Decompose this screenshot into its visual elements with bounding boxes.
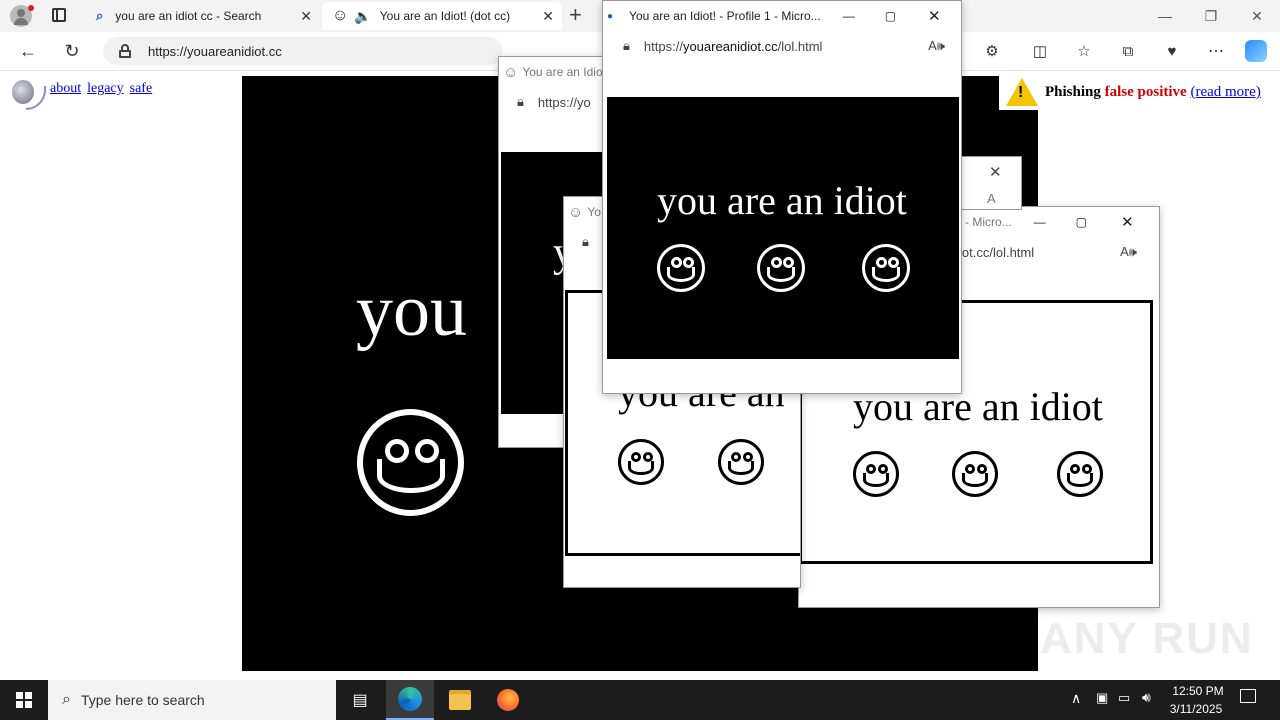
lock-icon <box>119 44 131 58</box>
tab-title: you are an idiot cc - Search <box>115 9 262 23</box>
popup-titlebar: ● You are an Idiot! - Profile 1 - Micro.… <box>603 1 961 31</box>
phishing-word: Phishing <box>1045 84 1101 100</box>
search-icon: ⌕ <box>96 8 104 23</box>
smiley-favicon-icon: ☺ <box>332 7 349 24</box>
refresh-icon[interactable]: ↻ <box>60 40 84 62</box>
smiley-icon <box>862 244 910 292</box>
speaker-icon[interactable]: 🔈 <box>354 8 371 25</box>
more-icon[interactable]: ⋯ <box>1204 40 1228 62</box>
popup-url: https://yo <box>537 94 591 110</box>
favorites-icon[interactable]: ☆ <box>1072 40 1096 62</box>
popup-title: You are an Idiot! - Profile 1 - Micro... <box>629 9 821 23</box>
browser-essentials-icon[interactable]: ♥ <box>1160 40 1184 62</box>
smiley-icon <box>853 451 899 497</box>
popup-urlbar: 🔒︎ https://youareanidiot.cc/lol.html A🕪︎ <box>603 31 961 61</box>
close-icon[interactable]: ✕ <box>1121 213 1134 231</box>
popup-titlebar: ☺ You are an Idiot! <box>499 57 609 87</box>
anyrun-watermark: ANY RUN <box>1040 614 1254 663</box>
url-path: /lol.html <box>777 38 823 54</box>
smiley-icon <box>1057 451 1103 497</box>
close-icon[interactable]: ✕ <box>542 8 554 25</box>
close-window-icon[interactable]: ✕ <box>1234 0 1280 32</box>
minimize-icon[interactable]: — <box>1034 215 1046 229</box>
minimize-icon[interactable]: — <box>843 9 855 23</box>
smiley-icon <box>952 451 998 497</box>
search-placeholder: Type here to search <box>80 692 205 708</box>
smiley-icon <box>718 439 764 485</box>
smiley-favicon-icon: ☺ <box>568 203 584 221</box>
popup-urlbar: 🔒︎ https://yo <box>499 87 609 117</box>
edge-icon[interactable] <box>386 680 434 720</box>
smiley-icon <box>357 409 464 516</box>
popup-text: you are an idiot <box>657 178 907 223</box>
back-icon[interactable]: ← <box>16 40 40 62</box>
maximize-icon[interactable]: ▢ <box>1076 215 1087 229</box>
notifications-icon[interactable] <box>1240 689 1256 703</box>
page-links: about legacy safe <box>50 79 158 97</box>
main-text: you <box>356 270 467 352</box>
file-explorer-icon[interactable] <box>436 680 484 720</box>
collections-icon[interactable]: ⧉ <box>1116 40 1140 62</box>
smiley-favicon-icon: ☺ <box>503 63 519 81</box>
safe-link[interactable]: safe <box>130 81 153 96</box>
search-icon: ⌕ <box>62 691 71 708</box>
read-aloud-icon: A <box>987 191 996 206</box>
clock-date[interactable]: 3/11/2025 <box>1164 702 1228 716</box>
split-screen-icon[interactable]: ◫ <box>1028 40 1052 62</box>
legacy-link[interactable]: legacy <box>87 81 124 96</box>
profile-avatar[interactable] <box>10 5 34 27</box>
taskbar-search[interactable]: ⌕ Type here to search <box>48 680 336 720</box>
read-more-link[interactable]: (read more) <box>1190 84 1260 100</box>
url-domain: youareanidiot.cc <box>682 38 778 54</box>
popup-url: iot.cc/lol.html <box>959 244 1035 260</box>
firefox-icon[interactable] <box>484 680 532 720</box>
tab-idiot[interactable]: ☺ 🔈 You are an Idiot! (dot cc) ✕ <box>322 2 562 30</box>
url-text[interactable]: https://youareanidiot.cc <box>148 44 282 59</box>
restore-icon[interactable]: ❐ <box>1188 0 1234 32</box>
maximize-icon[interactable]: ▢ <box>885 9 896 23</box>
popup-url[interactable]: https://youareanidiot.cc/lol.html <box>644 39 823 54</box>
lock-icon: 🔒︎ <box>623 38 630 53</box>
windows-start-icon[interactable] <box>16 692 32 708</box>
new-tab-icon[interactable]: + <box>569 4 582 26</box>
smiley-icon <box>618 439 664 485</box>
show-hidden-icons[interactable]: ∧ <box>1071 690 1081 707</box>
network-icon[interactable]: ▭ <box>1118 690 1130 706</box>
tab-search[interactable]: ⌕ you are an idiot cc - Search ✕ <box>86 2 320 30</box>
tab-actions-icon[interactable] <box>52 8 66 22</box>
lock-icon: 🔒︎ <box>517 94 524 109</box>
popup-title: - Micro... <box>965 215 1012 229</box>
close-icon[interactable]: ✕ <box>300 8 312 25</box>
device-icon[interactable]: ▣ <box>1096 690 1108 706</box>
read-aloud-icon[interactable]: A🕪︎ <box>1120 244 1137 260</box>
volume-icon[interactable]: 🔊︎ <box>1142 689 1151 706</box>
smiley-icon <box>757 244 805 292</box>
warning-icon-mark: ! <box>1018 84 1024 101</box>
favicon-dot-icon: ● <box>607 10 614 22</box>
clock-time[interactable]: 12:50 PM <box>1168 684 1228 698</box>
popup-content <box>607 97 959 359</box>
popup-window-4[interactable]: ✕ A <box>958 156 1022 210</box>
false-positive-word: false positive <box>1104 84 1187 100</box>
smiley-icon <box>657 244 705 292</box>
about-link[interactable]: about <box>50 81 81 96</box>
lock-icon: 🔒︎ <box>582 234 589 249</box>
copilot-icon[interactable] <box>1245 40 1267 62</box>
popup-title: Yo <box>587 205 601 219</box>
minimize-icon[interactable]: — <box>1142 0 1188 32</box>
popup-title: You are an Idiot! <box>522 65 610 79</box>
task-view-icon[interactable]: ▤ <box>336 680 384 720</box>
tab-title: You are an Idiot! (dot cc) <box>379 9 511 23</box>
url-prefix: https:// <box>643 38 683 54</box>
speaker-logo-icon <box>10 76 46 110</box>
phishing-banner-text: Phishing false positive (read more) <box>1045 84 1261 101</box>
extensions-icon[interactable]: ⚙ <box>980 40 1004 62</box>
close-icon[interactable]: ✕ <box>989 163 1002 181</box>
read-aloud-icon[interactable]: A🕪︎ <box>928 38 945 54</box>
close-icon[interactable]: ✕ <box>928 7 941 25</box>
popup-window-front[interactable]: ● You are an Idiot! - Profile 1 - Micro.… <box>602 0 962 394</box>
